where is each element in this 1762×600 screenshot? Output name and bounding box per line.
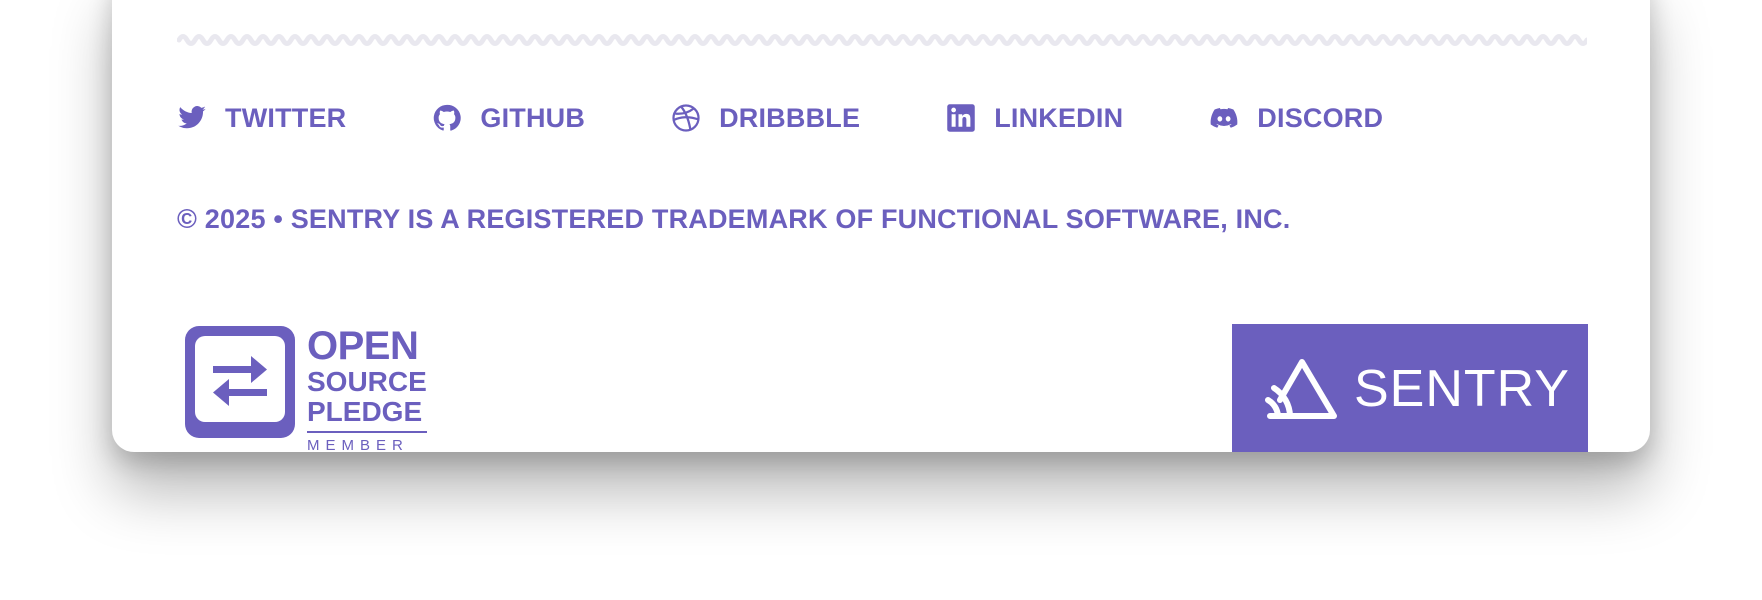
social-link-twitter[interactable]: TWITTER xyxy=(177,103,346,134)
sentry-logo-icon xyxy=(1265,359,1337,419)
social-link-github[interactable]: GITHUB xyxy=(432,103,585,134)
osp-line-open: OPEN xyxy=(307,324,419,368)
social-link-discord[interactable]: DISCORD xyxy=(1209,103,1383,134)
social-link-label: TWITTER xyxy=(225,102,347,133)
linkedin-icon xyxy=(946,103,976,133)
open-source-pledge-icon xyxy=(185,326,295,438)
social-link-label: LINKEDIN xyxy=(994,102,1124,133)
github-icon xyxy=(432,103,462,133)
twitter-icon xyxy=(177,103,207,133)
open-source-pledge-text: OPEN SOURCE PLEDGE MEMBER xyxy=(307,326,427,452)
social-links: TWITTER GITHUB DRIBBBLE LINKEDIN DISCORD xyxy=(177,98,1469,138)
open-source-pledge-badge[interactable]: OPEN SOURCE PLEDGE MEMBER xyxy=(185,326,427,452)
copyright-text: © 2025 • SENTRY IS A REGISTERED TRADEMAR… xyxy=(177,204,1291,234)
social-link-linkedin[interactable]: LINKEDIN xyxy=(946,103,1123,134)
social-link-label: GITHUB xyxy=(480,102,586,133)
sentry-wordmark: SENTRY xyxy=(1354,360,1570,418)
page-background: TWITTER GITHUB DRIBBBLE LINKEDIN DISCORD… xyxy=(0,0,1762,600)
social-link-dribbble[interactable]: DRIBBBLE xyxy=(671,103,860,134)
osp-line-source: SOURCE xyxy=(307,366,427,397)
sentry-logo-badge[interactable]: SENTRY xyxy=(1232,324,1588,452)
discord-icon xyxy=(1209,103,1239,133)
dribbble-icon xyxy=(671,103,701,133)
footer-card: TWITTER GITHUB DRIBBBLE LINKEDIN DISCORD… xyxy=(112,0,1650,452)
wavy-divider xyxy=(177,34,1587,46)
social-link-label: DISCORD xyxy=(1257,102,1384,133)
social-link-label: DRIBBBLE xyxy=(719,102,861,133)
osp-line-member: MEMBER xyxy=(307,431,427,452)
osp-line-pledge: PLEDGE xyxy=(307,396,423,427)
